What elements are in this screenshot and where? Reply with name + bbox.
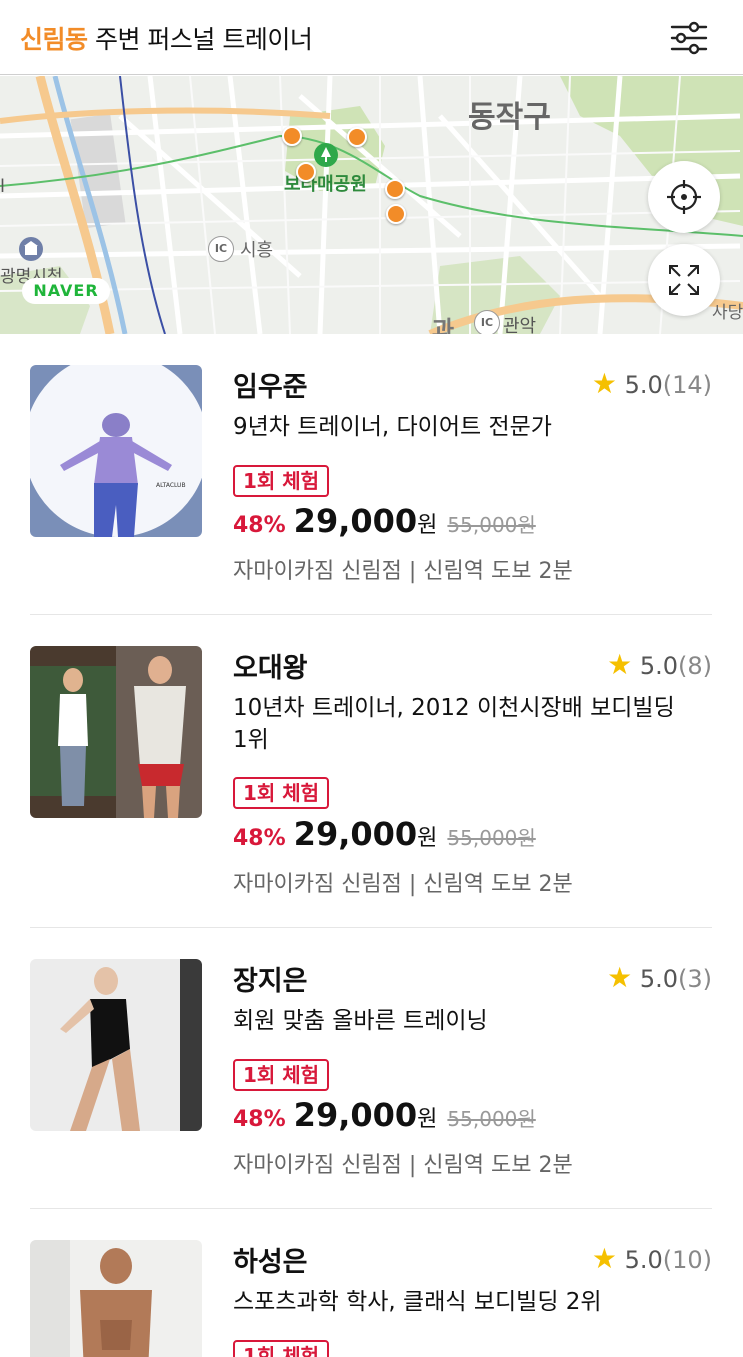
map-label-gwanak: 관악 <box>503 316 537 334</box>
map-background <box>0 76 743 334</box>
map-label-sadang: 사당 <box>712 303 743 323</box>
page-title: 신림동 주변 퍼스널 트레이너 <box>20 20 313 56</box>
price-row: 48% 29,000원 55,000원 <box>233 1096 536 1134</box>
original-price: 55,000원 <box>447 1107 536 1131</box>
ic-badge-gwanak: IC <box>474 310 500 334</box>
trainer-map-pin[interactable] <box>385 179 405 199</box>
discount-rate: 48% <box>233 826 286 851</box>
original-price: 55,000원 <box>447 826 536 850</box>
trainer-photo <box>30 959 202 1131</box>
svg-text:ALTACLUB: ALTACLUB <box>156 482 186 489</box>
review-count: (3) <box>678 965 712 993</box>
trainer-description: 스포츠과학 학사, 클래식 보디빌딩 2위 <box>233 1289 602 1315</box>
review-count: (10) <box>662 1246 712 1274</box>
sliders-icon <box>670 21 708 55</box>
trainer-rating: ★ 5.0(3) <box>607 961 712 994</box>
trainer-photo <box>30 1240 202 1357</box>
gym-location: 자마이카짐 신림점 | 신림역 도보 2분 <box>233 872 573 897</box>
trainer-map-pin[interactable] <box>347 127 367 147</box>
trial-badge: 1회 체험 <box>233 465 330 497</box>
map-label-gwanak-partial: 과 <box>432 316 455 334</box>
star-icon: ★ <box>607 961 633 994</box>
expand-map-button[interactable] <box>648 244 720 316</box>
app-header: 신림동 주변 퍼스널 트레이너 <box>0 0 743 75</box>
discount-rate: 48% <box>233 1107 286 1132</box>
title-text: 주변 퍼스널 트레이너 <box>87 25 313 54</box>
rating-value: 5.0 <box>639 965 678 993</box>
trial-badge: 1회 체험 <box>233 777 330 809</box>
sale-price: 29,000 <box>293 502 418 540</box>
review-count: (14) <box>662 371 712 399</box>
rating-value: 5.0 <box>639 652 678 680</box>
star-icon: ★ <box>607 648 633 681</box>
original-price: 55,000원 <box>447 513 536 537</box>
sale-price: 29,000 <box>293 815 418 853</box>
trainer-name: 임우준 <box>233 372 308 403</box>
trainer-map-pin[interactable] <box>386 204 406 224</box>
currency-unit: 원 <box>417 826 438 851</box>
price-row: 48% 29,000원 55,000원 <box>233 502 536 540</box>
trainer-rating: ★ 5.0(14) <box>592 367 712 400</box>
map-label-left: l <box>0 176 6 197</box>
ic-badge-siheung: IC <box>208 236 234 262</box>
filter-button[interactable] <box>668 18 710 58</box>
trainer-description: 회원 맞춤 올바른 트레이닝 <box>233 1008 488 1034</box>
trainer-rating: ★ 5.0(8) <box>607 648 712 681</box>
trainer-card[interactable]: 장지은 ★ 5.0(3) 회원 맞춤 올바른 트레이닝 1회 체험 48% 29,… <box>30 929 712 1209</box>
naver-logo: NAVER <box>22 278 110 304</box>
map-label-district: 동작구 <box>468 100 551 135</box>
trainer-description: 9년차 트레이너, 다이어트 전문가 <box>233 414 552 440</box>
gym-location: 자마이카짐 신림점 | 신림역 도보 2분 <box>233 1153 573 1178</box>
discount-rate: 48% <box>233 513 286 538</box>
map-label-siheung: 시흥 <box>240 240 274 261</box>
trainer-map-pin[interactable] <box>282 126 302 146</box>
trial-badge: 1회 체험 <box>233 1059 330 1091</box>
crosshair-icon <box>667 180 701 214</box>
expand-icon <box>669 265 699 295</box>
review-count: (8) <box>678 652 712 680</box>
trial-badge: 1회 체험 <box>233 1340 330 1357</box>
trainer-name: 장지은 <box>233 966 308 997</box>
trainer-card[interactable]: ALTACLUB 임우준 ★ 5.0(14) 9년차 트레이너, 다이어트 전문… <box>30 335 712 615</box>
sale-price: 29,000 <box>293 1096 418 1134</box>
trainer-map-pin[interactable] <box>296 162 316 182</box>
trainer-name: 하성은 <box>233 1247 308 1278</box>
park-icon <box>314 143 338 167</box>
currency-unit: 원 <box>417 513 438 538</box>
rating-value: 5.0 <box>624 1246 663 1274</box>
trainer-photo: ALTACLUB <box>30 365 202 537</box>
location-label[interactable]: 신림동 <box>20 25 88 54</box>
trainer-card[interactable]: 오대왕 ★ 5.0(8) 10년차 트레이너, 2012 이천시장배 보디빌딩 1… <box>30 616 712 928</box>
trainer-card[interactable]: 하성은 ★ 5.0(10) 스포츠과학 학사, 클래식 보디빌딩 2위 1회 체… <box>30 1210 712 1357</box>
currency-unit: 원 <box>417 1107 438 1132</box>
star-icon: ★ <box>591 367 617 400</box>
trainer-photo <box>30 646 202 818</box>
gym-location: 자마이카짐 신림점 | 신림역 도보 2분 <box>233 559 573 584</box>
map-view[interactable]: 동작구 보라매공원 IC 시흥 IC 관악 과 사당 광명시청 l NAVER <box>0 76 743 334</box>
price-row: 48% 29,000원 55,000원 <box>233 815 536 853</box>
locate-button[interactable] <box>648 161 720 233</box>
star-icon: ★ <box>591 1242 617 1275</box>
rating-value: 5.0 <box>624 371 663 399</box>
trainer-name: 오대왕 <box>233 653 308 684</box>
trainer-rating: ★ 5.0(10) <box>592 1242 712 1275</box>
trainer-description: 10년차 트레이너, 2012 이천시장배 보디빌딩 1위 <box>233 695 675 753</box>
city-hall-icon <box>19 237 43 261</box>
